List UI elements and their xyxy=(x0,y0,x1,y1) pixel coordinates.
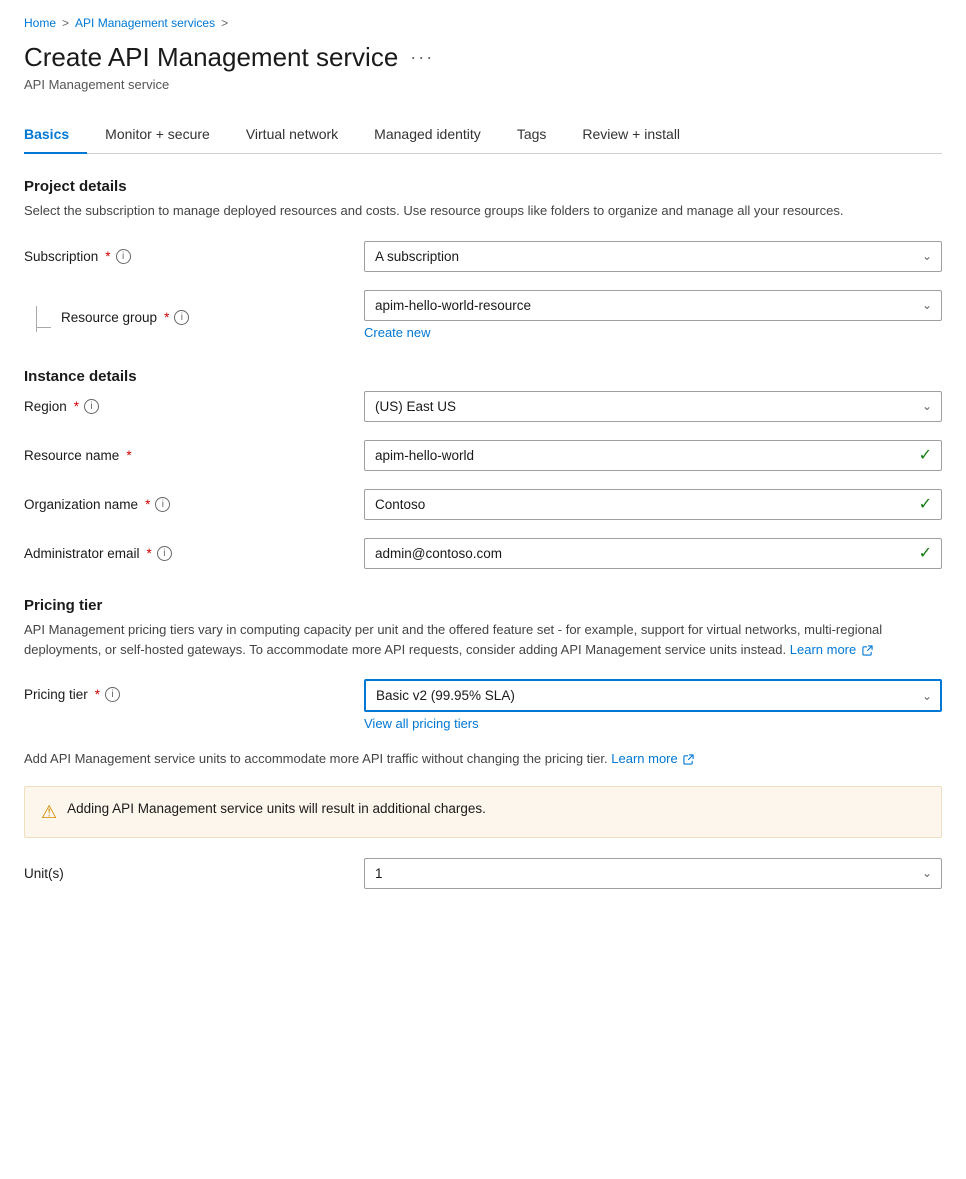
breadcrumb-sep2: > xyxy=(221,16,228,30)
subscription-label-col: Subscription * i xyxy=(24,241,364,264)
resource-name-control: ✓ xyxy=(364,440,942,471)
resource-name-input-wrapper: ✓ xyxy=(364,440,942,471)
org-name-info-icon[interactable]: i xyxy=(155,497,170,512)
pricing-tier-required: * xyxy=(95,687,100,702)
org-name-input-wrapper: ✓ xyxy=(364,489,942,520)
resource-group-label-col: Resource group * i xyxy=(24,290,364,332)
tab-monitor[interactable]: Monitor + secure xyxy=(87,116,228,154)
resource-group-required: * xyxy=(164,310,169,325)
admin-email-input[interactable] xyxy=(364,538,942,569)
warning-icon: ⚠ xyxy=(41,802,57,823)
resource-group-select[interactable]: apim-hello-world-resource xyxy=(364,290,942,321)
admin-email-info-icon[interactable]: i xyxy=(157,546,172,561)
tab-review[interactable]: Review + install xyxy=(564,116,698,154)
admin-email-label: Administrator email * i xyxy=(24,546,364,561)
pricing-tier-control: Basic v2 (99.95% SLA) Developer Basic St… xyxy=(364,679,942,731)
create-new-link[interactable]: Create new xyxy=(364,325,942,340)
org-name-check-icon: ✓ xyxy=(919,494,932,514)
units-label: Unit(s) xyxy=(24,866,364,881)
admin-email-label-col: Administrator email * i xyxy=(24,538,364,561)
subscription-control: A subscription ⌄ xyxy=(364,241,942,272)
admin-email-control: ✓ xyxy=(364,538,942,569)
region-required: * xyxy=(74,399,79,414)
resource-name-input[interactable] xyxy=(364,440,942,471)
resource-name-required: * xyxy=(126,448,131,463)
units-select[interactable]: 1 2 3 4 5 xyxy=(364,858,942,889)
units-info-text: Add API Management service units to acco… xyxy=(24,749,942,770)
breadcrumb-home[interactable]: Home xyxy=(24,16,56,30)
breadcrumb-sep1: > xyxy=(62,16,69,30)
tab-bar: Basics Monitor + secure Virtual network … xyxy=(24,116,942,154)
resource-group-label: Resource group * i xyxy=(61,306,189,325)
resource-group-select-wrapper: apim-hello-world-resource ⌄ xyxy=(364,290,942,321)
org-name-control: ✓ xyxy=(364,489,942,520)
resource-name-label-col: Resource name * xyxy=(24,440,364,463)
subscription-info-icon[interactable]: i xyxy=(116,249,131,264)
pricing-tier-section: Pricing tier API Management pricing tier… xyxy=(24,597,942,889)
admin-email-row: Administrator email * i ✓ xyxy=(24,538,942,569)
subscription-label: Subscription * i xyxy=(24,249,364,264)
resource-name-check-icon: ✓ xyxy=(919,445,932,465)
region-label-col: Region * i xyxy=(24,391,364,414)
region-select[interactable]: (US) East US xyxy=(364,391,942,422)
page-title: Create API Management service xyxy=(24,42,398,73)
pricing-tier-info-icon[interactable]: i xyxy=(105,687,120,702)
region-control: (US) East US ⌄ xyxy=(364,391,942,422)
tab-tags[interactable]: Tags xyxy=(499,116,565,154)
resource-group-control: apim-hello-world-resource ⌄ Create new xyxy=(364,290,942,340)
units-select-wrapper: 1 2 3 4 5 ⌄ xyxy=(364,858,942,889)
pricing-tier-label: Pricing tier * i xyxy=(24,687,364,702)
region-row: Region * i (US) East US ⌄ xyxy=(24,391,942,422)
org-name-required: * xyxy=(145,497,150,512)
admin-email-required: * xyxy=(147,546,152,561)
warning-box: ⚠ Adding API Management service units wi… xyxy=(24,786,942,838)
resource-group-info-icon[interactable]: i xyxy=(174,310,189,325)
region-select-wrapper: (US) East US ⌄ xyxy=(364,391,942,422)
subscription-select[interactable]: A subscription xyxy=(364,241,942,272)
instance-details-section: Instance details Region * i (US) East US… xyxy=(24,368,942,569)
project-details-title: Project details xyxy=(24,178,942,195)
page-title-container: Create API Management service ··· xyxy=(24,42,942,73)
tab-identity[interactable]: Managed identity xyxy=(356,116,499,154)
region-label: Region * i xyxy=(24,399,364,414)
units-control: 1 2 3 4 5 ⌄ xyxy=(364,858,942,889)
view-all-pricing-link[interactable]: View all pricing tiers xyxy=(364,716,942,731)
admin-email-input-wrapper: ✓ xyxy=(364,538,942,569)
pricing-tier-desc: API Management pricing tiers vary in com… xyxy=(24,620,942,662)
indent-line xyxy=(24,306,51,332)
breadcrumb: Home > API Management services > xyxy=(24,16,942,30)
resource-group-indent: Resource group * i xyxy=(24,298,364,332)
pricing-tier-select[interactable]: Basic v2 (99.95% SLA) Developer Basic St… xyxy=(364,679,942,712)
instance-details-title: Instance details xyxy=(24,368,942,385)
project-details-section: Project details Select the subscription … xyxy=(24,178,942,340)
subscription-select-wrapper: A subscription ⌄ xyxy=(364,241,942,272)
subscription-required: * xyxy=(105,249,110,264)
units-label-col: Unit(s) xyxy=(24,858,364,881)
admin-email-check-icon: ✓ xyxy=(919,543,932,563)
resource-name-row: Resource name * ✓ xyxy=(24,440,942,471)
units-row: Unit(s) 1 2 3 4 5 ⌄ xyxy=(24,858,942,889)
pricing-tier-select-wrapper: Basic v2 (99.95% SLA) Developer Basic St… xyxy=(364,679,942,712)
pricing-learn-more-link[interactable]: Learn more xyxy=(790,642,873,657)
region-info-icon[interactable]: i xyxy=(84,399,99,414)
org-name-label-col: Organization name * i xyxy=(24,489,364,512)
org-name-row: Organization name * i ✓ xyxy=(24,489,942,520)
org-name-input[interactable] xyxy=(364,489,942,520)
subscription-row: Subscription * i A subscription ⌄ xyxy=(24,241,942,272)
warning-text: Adding API Management service units will… xyxy=(67,801,486,816)
tab-basics[interactable]: Basics xyxy=(24,116,87,154)
resource-name-label: Resource name * xyxy=(24,448,364,463)
org-name-label: Organization name * i xyxy=(24,497,364,512)
units-learn-more-link[interactable]: Learn more xyxy=(611,751,694,766)
pricing-tier-label-col: Pricing tier * i xyxy=(24,679,364,702)
pricing-tier-title: Pricing tier xyxy=(24,597,942,614)
tab-vnet[interactable]: Virtual network xyxy=(228,116,356,154)
page-subtitle: API Management service xyxy=(24,77,942,92)
project-details-desc: Select the subscription to manage deploy… xyxy=(24,201,942,221)
more-options-button[interactable]: ··· xyxy=(410,47,434,68)
pricing-tier-row: Pricing tier * i Basic v2 (99.95% SLA) D… xyxy=(24,679,942,731)
resource-group-row: Resource group * i apim-hello-world-reso… xyxy=(24,290,942,340)
breadcrumb-services[interactable]: API Management services xyxy=(75,16,215,30)
